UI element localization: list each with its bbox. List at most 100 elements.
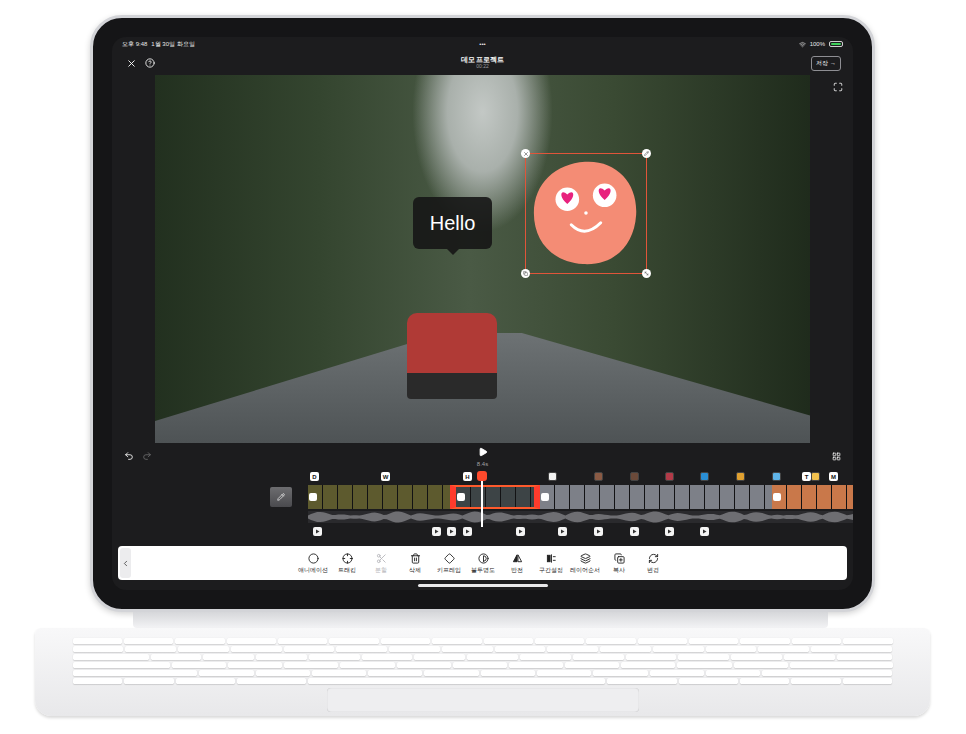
keyboard-key[interactable] <box>626 654 677 660</box>
tool-button[interactable]: 레이어순서 <box>570 553 601 574</box>
keyboard-key[interactable] <box>308 678 605 684</box>
keyboard-key[interactable] <box>73 646 124 652</box>
keyboard-key[interactable] <box>706 670 760 676</box>
sticker-marker[interactable] <box>665 472 674 481</box>
keyboard-key[interactable] <box>256 654 307 660</box>
video-clip[interactable] <box>540 485 772 509</box>
playhead[interactable] <box>481 473 483 527</box>
keyboard-key[interactable] <box>600 646 651 652</box>
keyboard-key[interactable] <box>758 646 809 652</box>
keyboard-key[interactable] <box>792 638 841 644</box>
redo-button[interactable] <box>140 449 154 463</box>
transition-marker[interactable] <box>309 493 317 501</box>
keyboard-key[interactable] <box>791 678 841 684</box>
keyboard-key[interactable] <box>172 662 226 668</box>
keyboard-key[interactable] <box>677 662 731 668</box>
keyboard-key[interactable] <box>336 646 387 652</box>
keyboard-key[interactable] <box>453 662 507 668</box>
effect-marker[interactable] <box>594 527 603 536</box>
video-clip[interactable] <box>308 485 450 509</box>
keyboard-key[interactable] <box>837 654 893 660</box>
keyboard-key[interactable] <box>368 670 422 676</box>
edit-handle[interactable] <box>642 149 651 158</box>
tool-button[interactable]: 분할 <box>366 553 397 574</box>
keyboard-key[interactable] <box>424 670 478 676</box>
play-button[interactable] <box>476 445 490 459</box>
keyboard-key[interactable] <box>495 646 546 652</box>
help-button[interactable] <box>143 56 157 70</box>
keyboard-key[interactable] <box>762 670 892 676</box>
keyboard-key[interactable] <box>309 654 360 660</box>
keyboard-key[interactable] <box>231 646 282 652</box>
home-indicator[interactable] <box>418 584 548 587</box>
keyboard-key[interactable] <box>706 646 757 652</box>
layer-marker[interactable]: W <box>381 472 390 481</box>
layer-marker[interactable]: M <box>829 472 838 481</box>
keyboard-key[interactable] <box>653 646 704 652</box>
keyboard-key[interactable] <box>537 670 591 676</box>
keyboard-key[interactable] <box>509 662 563 668</box>
keyboard-key[interactable] <box>227 638 276 644</box>
keyboard-key[interactable] <box>520 654 571 660</box>
toolbar-back-button[interactable] <box>120 548 131 578</box>
keyboard-key[interactable] <box>784 654 835 660</box>
sticker-marker[interactable] <box>630 472 639 481</box>
transition-marker[interactable] <box>773 493 781 501</box>
keyboard-key[interactable] <box>484 638 533 644</box>
keyboard-key[interactable] <box>547 646 598 652</box>
keyboard-key[interactable] <box>203 654 254 660</box>
sticker-overlay[interactable] <box>525 153 647 274</box>
keyboard-key[interactable] <box>175 638 224 644</box>
keyboard-key[interactable] <box>389 646 440 652</box>
keyboard-key[interactable] <box>284 662 338 668</box>
effect-marker[interactable] <box>630 527 639 536</box>
keyboard-key[interactable] <box>381 638 430 644</box>
keyboard-key[interactable] <box>178 646 229 652</box>
keyboard-key[interactable] <box>621 662 675 668</box>
keyboard-key[interactable] <box>329 638 378 644</box>
resize-handle[interactable] <box>642 269 651 278</box>
keyboard-key[interactable] <box>125 646 176 652</box>
delete-handle[interactable] <box>521 149 530 158</box>
effect-marker[interactable] <box>313 527 322 536</box>
keyboard-key[interactable] <box>73 654 149 660</box>
keyboard-key[interactable] <box>124 678 174 684</box>
keyboard-key[interactable] <box>843 638 892 644</box>
copy-handle[interactable] <box>521 269 530 278</box>
keyboard-key[interactable] <box>790 662 893 668</box>
effect-marker[interactable] <box>432 527 441 536</box>
cover-button[interactable] <box>270 487 292 507</box>
keyboard-key[interactable] <box>843 678 893 684</box>
tool-button[interactable]: 삭제 <box>400 553 431 574</box>
multitask-dots[interactable]: ••• <box>479 41 485 47</box>
effect-marker[interactable] <box>447 527 456 536</box>
keyboard-key[interactable] <box>73 678 123 684</box>
keyboard-key[interactable] <box>731 654 782 660</box>
keyboard-key[interactable] <box>228 662 282 668</box>
keyboard-key[interactable] <box>481 670 535 676</box>
tool-button[interactable]: 애니메이션 <box>298 553 329 574</box>
keyboard-key[interactable] <box>593 670 647 676</box>
close-button[interactable] <box>124 56 139 71</box>
keyboard-key[interactable] <box>573 654 624 660</box>
tool-button[interactable]: 키프레임 <box>434 553 465 574</box>
transition-marker[interactable] <box>541 493 549 501</box>
effect-marker[interactable] <box>558 527 567 536</box>
tool-button[interactable]: 구간설정 <box>536 553 567 574</box>
keyboard-key[interactable] <box>73 662 170 668</box>
keyboard-key[interactable] <box>650 670 704 676</box>
video-clip[interactable] <box>450 485 540 509</box>
keyboard-key[interactable] <box>679 678 738 684</box>
keyboard-key[interactable] <box>256 670 310 676</box>
layer-marker[interactable]: D <box>310 472 319 481</box>
keyboard-key[interactable] <box>740 678 790 684</box>
effect-marker[interactable] <box>516 527 525 536</box>
keyboard-key[interactable] <box>638 638 687 644</box>
keyboard-key[interactable] <box>397 662 451 668</box>
keyboard-key[interactable] <box>442 646 493 652</box>
tool-button[interactable]: 반전 <box>502 553 533 574</box>
keyboard-key[interactable] <box>414 654 465 660</box>
layer-marker[interactable]: T <box>802 472 811 481</box>
effect-marker[interactable] <box>665 527 674 536</box>
keyboard-key[interactable] <box>734 662 788 668</box>
